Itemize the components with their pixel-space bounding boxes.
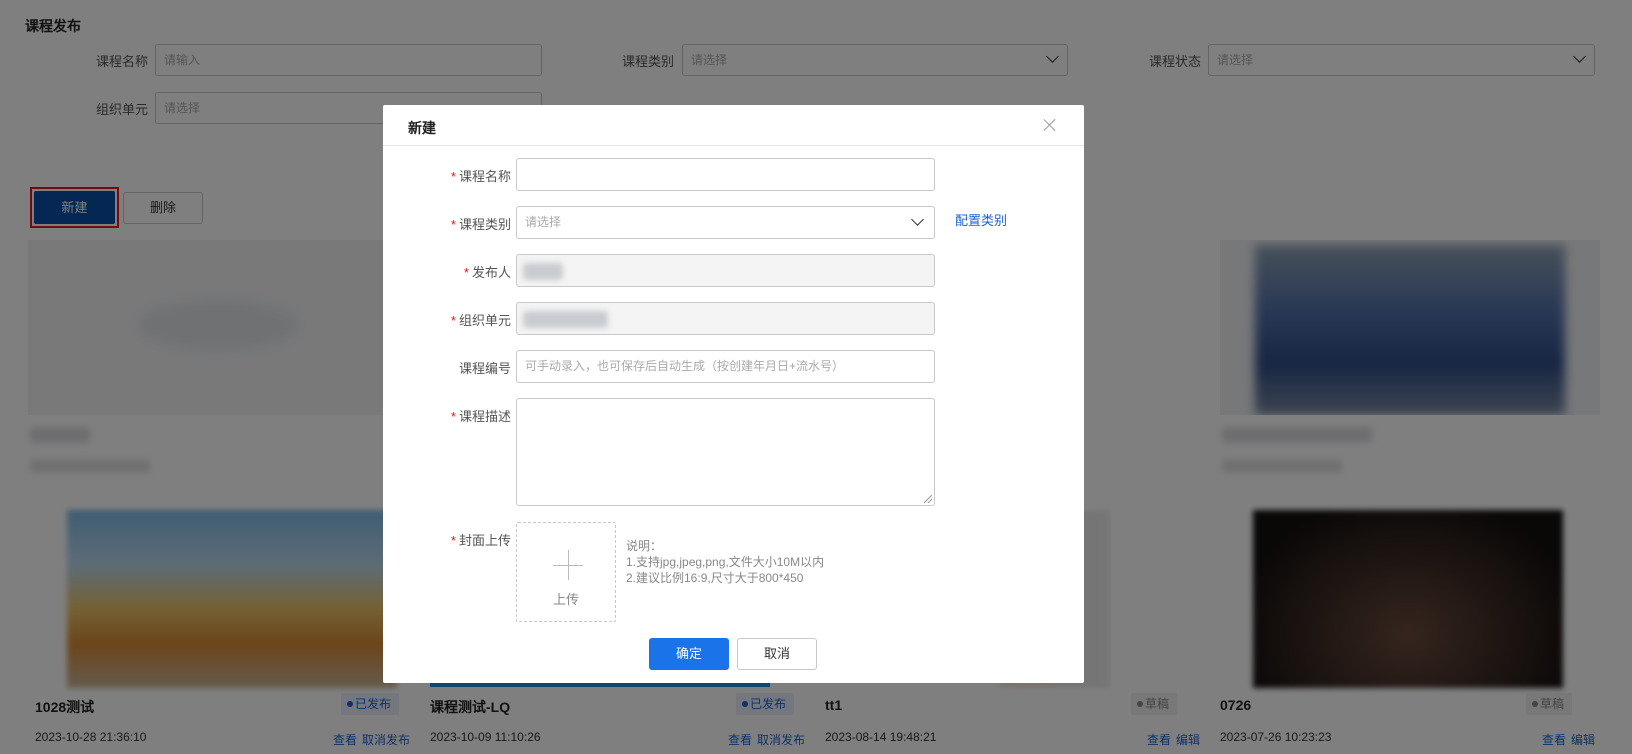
course-desc-label: * 课程描述 (450, 409, 511, 424)
course-name-label: * 课程名称 (450, 169, 511, 184)
course-code-input[interactable]: 可手动录入，也可保存后自动生成（按创建年月日+流水号） (516, 350, 935, 383)
plus-icon (568, 550, 569, 580)
course-desc-textarea[interactable] (516, 398, 935, 506)
upload-label: 上传 (552, 592, 579, 607)
upload-note-title: 说明： (626, 539, 663, 553)
cover-upload-label: * 封面上传 (450, 533, 511, 548)
cancel-button[interactable]: 取消 (737, 638, 817, 670)
publisher-label: * 发布人 (463, 265, 511, 280)
course-type-label: * 课程类别 (450, 217, 511, 232)
resize-handle-icon[interactable] (924, 495, 932, 503)
config-type-link[interactable]: 配置类别 (955, 210, 1007, 229)
upload-note-line: 2.建议比例16:9,尺寸大于800*450 (626, 571, 804, 585)
course-type-select[interactable]: 请选择 (516, 206, 935, 239)
chevron-down-icon (911, 213, 924, 226)
course-code-label: 课程编号 (458, 361, 511, 376)
upload-note: 说明： 1.支持jpg,jpeg,png,文件大小10M以内 2.建议比例16:… (626, 538, 824, 586)
confirm-button[interactable]: 确定 (649, 638, 729, 670)
close-icon[interactable] (1042, 117, 1058, 133)
redacted-value (523, 263, 563, 280)
new-course-dialog: 新建 * 课程名称 * 课程类别 请选择 配置类别 * 发布人 * 组织单元 课程编号 … (383, 105, 1084, 683)
course-name-input[interactable] (516, 158, 935, 191)
upload-note-line: 1.支持jpg,jpeg,png,文件大小10M以内 (626, 555, 825, 569)
modal-title: 新建 (408, 120, 436, 136)
redacted-value (523, 311, 608, 328)
modal-header: 新建 (383, 105, 1084, 146)
publisher-field (516, 254, 935, 287)
org-unit-label: * 组织单元 (450, 313, 511, 328)
org-unit-field (516, 302, 935, 335)
cover-upload-button[interactable]: 上传 (516, 522, 616, 622)
